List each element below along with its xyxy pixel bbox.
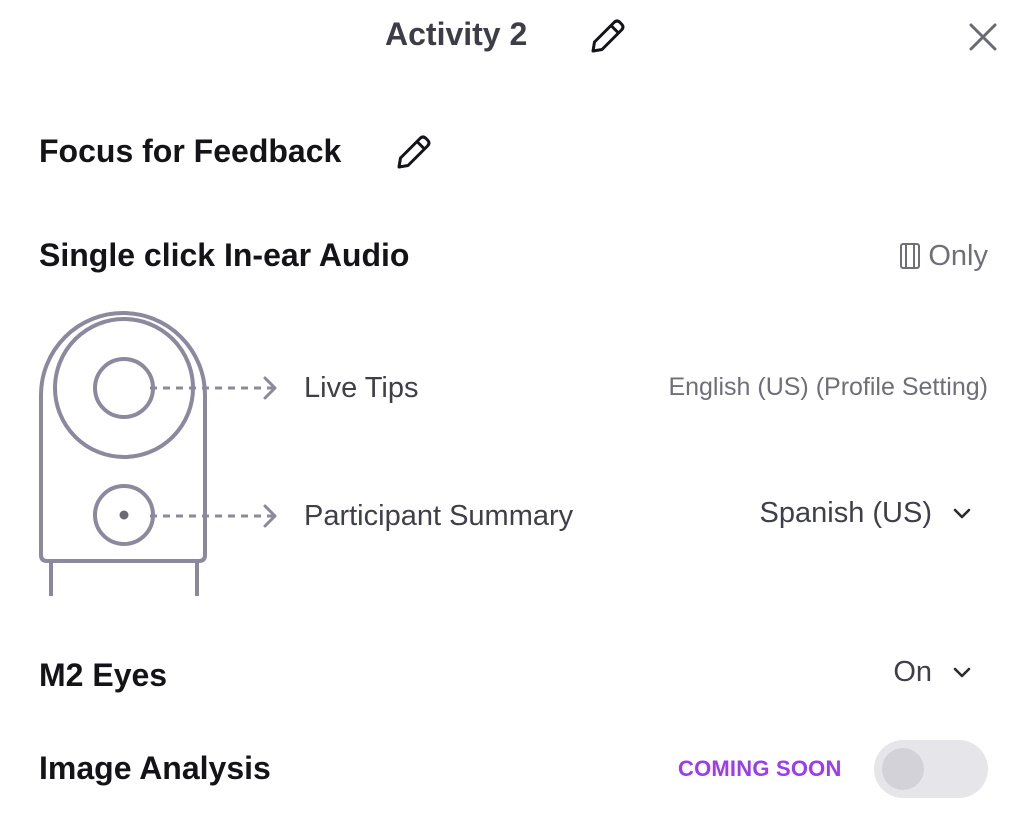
- live-tips-language: English (US) (Profile Setting): [668, 373, 988, 401]
- edit-title-button[interactable]: [588, 16, 628, 59]
- close-button[interactable]: [966, 20, 1000, 54]
- chevron-down-icon: [953, 667, 971, 678]
- coming-soon-badge: COMING SOON: [678, 756, 842, 781]
- page-title: Activity 2: [385, 16, 528, 52]
- chevron-down-icon: [953, 508, 971, 519]
- edit-focus-button[interactable]: [394, 132, 434, 175]
- m2-eyes-value: On: [893, 656, 932, 688]
- device-only-indicator: Only: [898, 238, 988, 274]
- image-analysis-label: Image Analysis: [39, 750, 271, 786]
- close-icon: [969, 23, 997, 51]
- image-analysis-toggle[interactable]: [874, 740, 988, 798]
- pencil-icon: [591, 19, 625, 53]
- pencil-icon: [397, 135, 431, 169]
- participant-summary-language-value: Spanish (US): [759, 497, 932, 529]
- m2-eyes-dropdown[interactable]: On: [893, 654, 972, 690]
- live-tips-label: Live Tips: [304, 372, 419, 404]
- m2-eyes-label: M2 Eyes: [39, 657, 168, 693]
- participant-summary-label: Participant Summary: [304, 500, 574, 532]
- focus-for-feedback-label: Focus for Feedback: [39, 133, 342, 169]
- toggle-knob: [882, 748, 924, 790]
- participant-summary-language-dropdown[interactable]: Spanish (US): [760, 495, 972, 531]
- device-only-text: Only: [928, 240, 988, 272]
- device-icon: [900, 243, 921, 269]
- device-illustration: [39, 311, 277, 596]
- in-ear-audio-label: Single click In-ear Audio: [39, 237, 410, 273]
